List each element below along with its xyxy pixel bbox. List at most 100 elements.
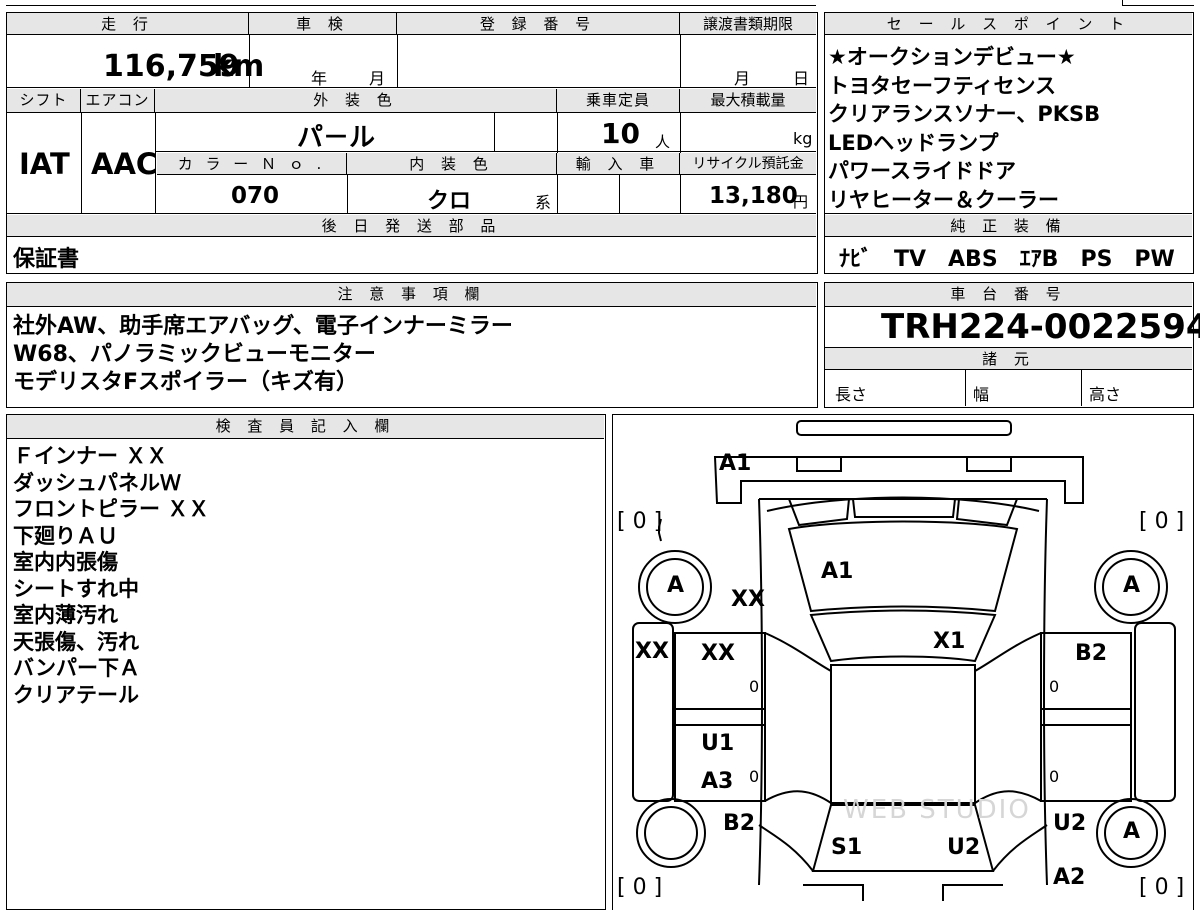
headlight-left	[796, 456, 842, 472]
inspection-year: 年	[311, 69, 328, 88]
inspector-line: 下廻りＡＵ	[13, 523, 118, 548]
sales-point-item: リヤヒーター＆クーラー	[828, 187, 1059, 212]
mark-door-front-right: B2	[1075, 641, 1108, 666]
mark-bumper: A1	[719, 451, 752, 476]
sales-point-header: セ ー ル ス ポ イ ン ト	[825, 13, 1192, 35]
inspector-line: 室内薄汚れ	[13, 603, 118, 627]
mark-fender-left: XX	[731, 587, 765, 612]
mark-rear-right-1: U2	[1053, 811, 1087, 836]
inspector-line: Ｆインナー ＸＸ	[13, 444, 168, 468]
mark-door-rear-left-2: A3	[701, 769, 734, 794]
watermark: WEB STUDIO	[843, 795, 1031, 825]
inspector-line: ダッシュパネルＷ	[13, 470, 181, 495]
color-no-header: カ ラ ー Ｎ ｏ .	[157, 153, 347, 175]
chassis-number: TRH224-0022594	[881, 307, 1200, 347]
interior-value: クロ	[427, 189, 472, 214]
notes-line: 社外AW、助手席エアバッグ、電子インナーミラー	[13, 314, 513, 339]
aircon-header: エアコン	[81, 89, 155, 113]
inspector-line: 天張傷、汚れ	[13, 629, 139, 654]
notes-list: 社外AW、助手席エアバッグ、電子インナーミラー W68、パノラミックビューモニタ…	[13, 313, 513, 397]
tire-tread-front-right: [ 0 ]	[1139, 509, 1185, 534]
spec-header: 諸 元	[825, 348, 1192, 370]
width-label: 幅	[973, 385, 990, 404]
inspector-line: クリアテール	[13, 682, 139, 707]
notes-line: モデリスタFスポイラー（キズ有）	[13, 370, 359, 395]
inspector-box: 検 査 員 記 入 欄 Ｆインナー ＸＸ ダッシュパネルＷ フロントピラー ＸＸ…	[6, 414, 606, 910]
capacity-value: 10	[601, 117, 640, 150]
registration-header: 登 録 番 号	[397, 13, 680, 35]
exterior-header: 外 装 色	[155, 89, 557, 113]
chassis-box: 車 台 番 号 TRH224-0022594 諸 元 長さ 幅 高さ	[824, 282, 1200, 408]
later-parts-header: 後 日 発 送 部 品	[7, 215, 816, 237]
height-label: 高さ	[1089, 385, 1122, 404]
sales-point-item: クリアランスソナー、PKSB	[828, 102, 1101, 126]
max-load-unit: kg	[793, 129, 813, 148]
recycle-unit: 円	[793, 193, 809, 211]
tire-tread-rear-right: [ 0 ]	[1139, 875, 1185, 900]
top-edge-strip	[6, 0, 816, 6]
notes-line: W68、パノラミックビューモニター	[13, 342, 376, 367]
inspector-header: 検 査 員 記 入 欄	[7, 415, 604, 439]
zero-reading: 0	[749, 767, 760, 786]
notes-box: 注 意 事 項 欄 社外AW、助手席エアバッグ、電子インナーミラー W68、パノ…	[6, 282, 818, 408]
mark-door-front-left: XX	[701, 641, 735, 666]
wheel-mark-front-left: A	[667, 573, 685, 598]
exterior-value: パ－ル	[297, 123, 376, 153]
shift-header: シフト	[7, 89, 81, 113]
chassis-header: 車 台 番 号	[825, 283, 1192, 307]
shift-value: IAT	[19, 147, 70, 181]
import-header: 輸 入 車	[557, 153, 680, 175]
wheel-mark-front-right: A	[1123, 573, 1141, 598]
car-diagram-box: [ 0 ] [ 0 ] [ 0 ] [ 0 ] A A A A1 A1 XX X…	[612, 414, 1194, 910]
mark-side-left: XX	[635, 639, 669, 664]
max-load-header: 最大積載量	[680, 89, 816, 113]
inspector-line: シートすれ中	[13, 576, 139, 601]
color-no-value: 070	[231, 183, 280, 209]
mark-trunk-left: S1	[831, 835, 863, 860]
interior-header: 内 装 色	[347, 153, 557, 175]
inspector-line: 室内内張傷	[13, 550, 118, 574]
sales-point-item: LEDヘッドランプ	[828, 130, 999, 155]
length-label: 長さ	[835, 385, 868, 404]
mark-trunk-right: U2	[947, 835, 981, 860]
front-bumper-outline	[713, 456, 1084, 504]
inspector-line: バンパー下Ａ	[13, 656, 141, 680]
capacity-header: 乗車定員	[557, 89, 680, 113]
interior-suffix: 系	[535, 193, 552, 212]
zero-reading: 0	[1049, 677, 1060, 696]
aircon-value: AAC	[91, 147, 158, 181]
rear-bumper-outline	[803, 884, 1003, 901]
genuine-equipment-header: 純 正 装 備	[825, 215, 1192, 237]
recycle-header: リサイクル預託金	[680, 153, 816, 175]
wheel-rear-left	[636, 798, 706, 868]
roof-outline	[830, 664, 976, 804]
transfer-day: 日	[793, 69, 810, 88]
side-panel-right	[1134, 622, 1176, 802]
zero-reading: 0	[1049, 767, 1060, 786]
inspection-month: 月	[369, 69, 386, 88]
top-edge-strip-right	[1122, 0, 1194, 6]
transfer-header: 譲渡書類期限	[680, 13, 816, 35]
sales-point-box: セ ー ル ス ポ イ ン ト ★オークションデビュー★ トヨタセーフティセンス…	[824, 12, 1194, 274]
vehicle-info-table: 走 行 車 検 登 録 番 号 譲渡書類期限 116,759 km 年 月 月 …	[6, 12, 818, 274]
sales-point-item: ★オークションデビュー★	[828, 45, 1076, 69]
windshield-outline	[809, 609, 997, 663]
mileage-unit: km	[213, 49, 265, 84]
wheel-mark-rear-right: A	[1123, 819, 1141, 844]
genuine-equipment-value: ﾅﾋﾞ TV ABS ｴｱB PS PW	[839, 247, 1175, 272]
inspector-list: Ｆインナー ＸＸ ダッシュパネルＷ フロントピラー ＸＸ 下廻りＡＵ 室内内張傷…	[13, 443, 209, 708]
sales-point-item: パワースライドドア	[828, 159, 1016, 183]
inspection-header: 車 検	[249, 13, 397, 35]
headlight-right	[966, 456, 1012, 472]
sales-point-item: トヨタセーフティセンス	[828, 73, 1057, 98]
notes-header: 注 意 事 項 欄	[7, 283, 816, 307]
door-rear-right	[1040, 708, 1132, 802]
tire-tread-front-left: [ 0 ]	[617, 509, 663, 534]
sales-point-list: ★オークションデビュー★ トヨタセーフティセンス クリアランスソナー、PKSB …	[828, 43, 1192, 214]
mark-rear-right-2: A2	[1053, 865, 1086, 890]
tire-tread-rear-left: [ 0 ]	[617, 875, 663, 900]
mark-door-rear-left-1: U1	[701, 731, 735, 756]
car-body-outline	[758, 498, 1048, 886]
zero-reading: 0	[749, 677, 760, 696]
mark-hood: A1	[821, 559, 854, 584]
